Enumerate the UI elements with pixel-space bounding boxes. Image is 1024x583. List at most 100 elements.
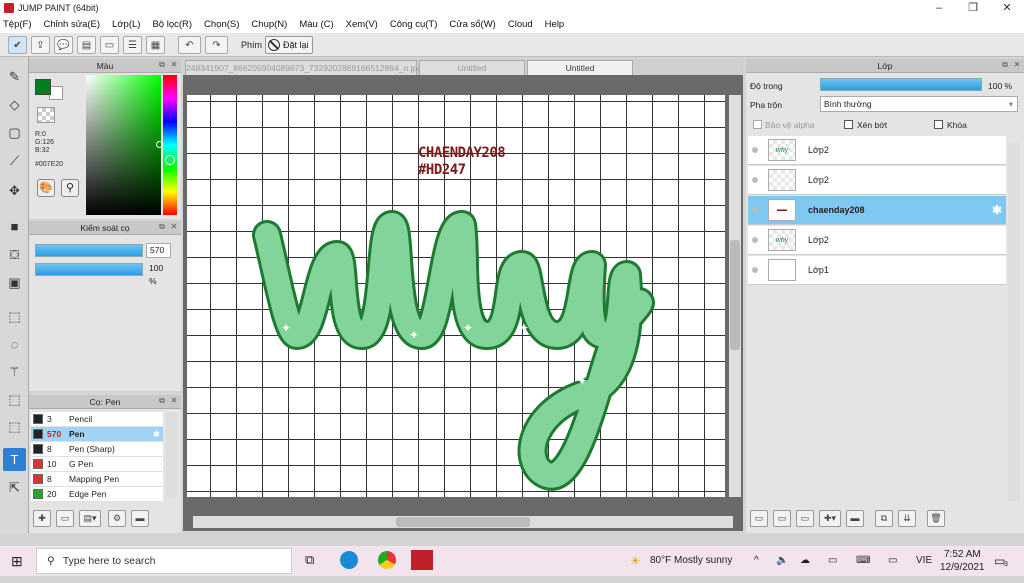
- brush-menu-icon[interactable]: ▤▾: [79, 510, 101, 527]
- display-icon[interactable]: ▭: [888, 546, 897, 576]
- canvas-horizontal-scrollbar[interactable]: [193, 516, 733, 528]
- visibility-icon[interactable]: [752, 177, 758, 183]
- keyboard-icon[interactable]: ⌨: [856, 546, 870, 576]
- menu-cloud[interactable]: Cloud: [508, 19, 533, 30]
- menu-select[interactable]: Chọn(S): [204, 19, 239, 30]
- new-brush-icon[interactable]: ▭: [56, 510, 74, 527]
- brush-size-slider[interactable]: [35, 244, 143, 257]
- edge-browser-icon[interactable]: [340, 551, 358, 569]
- document-icon[interactable]: ▭: [100, 36, 119, 54]
- menu-layer[interactable]: Lớp(L): [112, 19, 140, 30]
- network-icon[interactable]: ▭: [828, 546, 837, 576]
- magic-wand-tool-icon[interactable]: ⚚: [3, 360, 26, 383]
- menu-file[interactable]: Tệp(F): [3, 19, 32, 30]
- popout-icon[interactable]: ⧉: [1000, 60, 1010, 70]
- transparent-color-swatch[interactable]: [37, 107, 55, 123]
- menu-window[interactable]: Cửa sổ(W): [449, 19, 495, 30]
- jump-paint-taskbar-icon[interactable]: [411, 550, 433, 570]
- move-tool-icon[interactable]: ✥: [3, 179, 26, 202]
- menu-color[interactable]: Màu (C): [299, 19, 333, 30]
- brush-list-scrollbar[interactable]: [166, 412, 177, 498]
- clock-date[interactable]: 12/9/2021: [940, 553, 985, 583]
- folder-icon[interactable]: ▬: [846, 510, 864, 527]
- menu-tools[interactable]: Công cụ(T): [390, 19, 438, 30]
- speech-bubble-icon[interactable]: 💬: [54, 36, 73, 54]
- list-icon[interactable]: ☰: [123, 36, 142, 54]
- layer-row[interactable]: why Lớp2: [748, 226, 1006, 255]
- minimize-button[interactable]: –: [922, 0, 956, 16]
- eraser-tool-icon[interactable]: ◇: [3, 93, 26, 116]
- pen-tool-icon[interactable]: ✎: [3, 65, 26, 88]
- hue-slider[interactable]: [163, 75, 177, 215]
- tab-image[interactable]: 248341907_866205904089673_73292028691665…: [185, 60, 422, 75]
- export-icon[interactable]: ⇪: [31, 36, 50, 54]
- scroll-thumb[interactable]: [396, 517, 530, 527]
- tab-untitled-1[interactable]: Untitled: [419, 60, 525, 75]
- undo-icon[interactable]: ↶: [178, 36, 201, 54]
- bucket-tool-icon[interactable]: ⛋: [3, 243, 26, 266]
- gear-icon[interactable]: ✱: [153, 429, 160, 440]
- brush-item[interactable]: 20 Edge Pen: [31, 487, 163, 502]
- grid-settings-icon[interactable]: ▦: [146, 36, 165, 54]
- close-panel-icon[interactable]: ✕: [169, 60, 179, 70]
- popout-icon[interactable]: ⧉: [157, 222, 167, 232]
- eyedropper-icon[interactable]: ⚲: [61, 179, 79, 197]
- line-tool-icon[interactable]: ⟋: [3, 149, 26, 172]
- select-pen-tool-icon[interactable]: ⬚: [3, 388, 26, 411]
- popout-icon[interactable]: ⧉: [157, 396, 167, 406]
- cloud-icon[interactable]: ☁: [800, 546, 810, 576]
- add-layer-menu-icon[interactable]: ✚▾: [819, 510, 841, 527]
- lasso-tool-icon[interactable]: ◌: [3, 333, 26, 356]
- canvas-vertical-scrollbar[interactable]: [729, 95, 741, 497]
- canvas-area[interactable]: CHAENDAY208 #HD247 ✦ ✦ ✦ ✦ ✦: [183, 75, 743, 531]
- taskbar-search[interactable]: ⚲ Type here to search: [36, 548, 292, 574]
- task-view-icon[interactable]: ⧉: [305, 552, 314, 568]
- layer-row[interactable]: why Lớp2: [748, 136, 1006, 165]
- brush-item-selected[interactable]: 570 Pen ✱: [31, 427, 163, 442]
- merge-layer-icon[interactable]: ⇊: [898, 510, 916, 527]
- duplicate-layer-icon[interactable]: ⧉: [875, 510, 893, 527]
- visibility-icon[interactable]: [752, 267, 758, 273]
- drawing-canvas[interactable]: CHAENDAY208 #HD247 ✦ ✦ ✦ ✦ ✦: [187, 95, 725, 497]
- menu-help[interactable]: Help: [545, 19, 565, 30]
- secondary-color-swatch[interactable]: [49, 86, 63, 100]
- close-panel-icon[interactable]: ✕: [169, 396, 179, 406]
- popout-icon[interactable]: ⧉: [157, 60, 167, 70]
- scroll-thumb[interactable]: [730, 240, 740, 350]
- gear-icon[interactable]: ✱: [992, 203, 1002, 217]
- visibility-icon[interactable]: [752, 207, 758, 213]
- brush-item[interactable]: 8 Pen (Sharp): [31, 442, 163, 457]
- visibility-icon[interactable]: [752, 147, 758, 153]
- new-layer-1bit-icon[interactable]: ▭: [796, 510, 814, 527]
- weather-text[interactable]: 80°F Mostly sunny: [650, 546, 732, 576]
- close-panel-icon[interactable]: ✕: [1012, 60, 1022, 70]
- brush-item[interactable]: 8 Mapping Pen: [31, 472, 163, 487]
- close-panel-icon[interactable]: ✕: [169, 222, 179, 232]
- menu-edit[interactable]: Chỉnh sửa(E): [44, 19, 101, 30]
- trash-icon[interactable]: 🗑: [927, 510, 945, 527]
- layer-list-scrollbar[interactable]: [1008, 143, 1020, 501]
- primary-color-swatch[interactable]: [35, 79, 51, 95]
- new-layer-8bit-icon[interactable]: ▭: [773, 510, 791, 527]
- rectangle-tool-icon[interactable]: ▢: [3, 121, 26, 144]
- brush-opacity-slider[interactable]: [35, 263, 143, 276]
- windows-start-icon[interactable]: ⊞: [11, 553, 23, 570]
- lock-checkbox[interactable]: [934, 120, 943, 129]
- layer-row[interactable]: Lớp2: [748, 166, 1006, 195]
- clip-checkbox[interactable]: [844, 120, 853, 129]
- speaker-icon[interactable]: 🔈: [776, 546, 788, 576]
- language-indicator[interactable]: VIE: [916, 546, 932, 576]
- fill-rect-tool-icon[interactable]: ■: [3, 215, 26, 238]
- layer-opacity-slider[interactable]: [820, 78, 982, 91]
- reset-button[interactable]: Đặt lại: [265, 36, 313, 54]
- brush-item[interactable]: 3 Pencil: [31, 412, 163, 427]
- visibility-icon[interactable]: [752, 237, 758, 243]
- close-button[interactable]: ✕: [990, 0, 1024, 16]
- palette-icon[interactable]: 🎨: [37, 179, 55, 197]
- blend-mode-select[interactable]: Bình thường ▾: [820, 96, 1018, 112]
- maximize-button[interactable]: ❐: [956, 0, 990, 16]
- text-tool-icon[interactable]: T: [3, 448, 26, 471]
- add-brush-icon[interactable]: ✚: [33, 510, 51, 527]
- select-eraser-tool-icon[interactable]: ⬚: [3, 415, 26, 438]
- saturation-value-picker[interactable]: [86, 75, 161, 215]
